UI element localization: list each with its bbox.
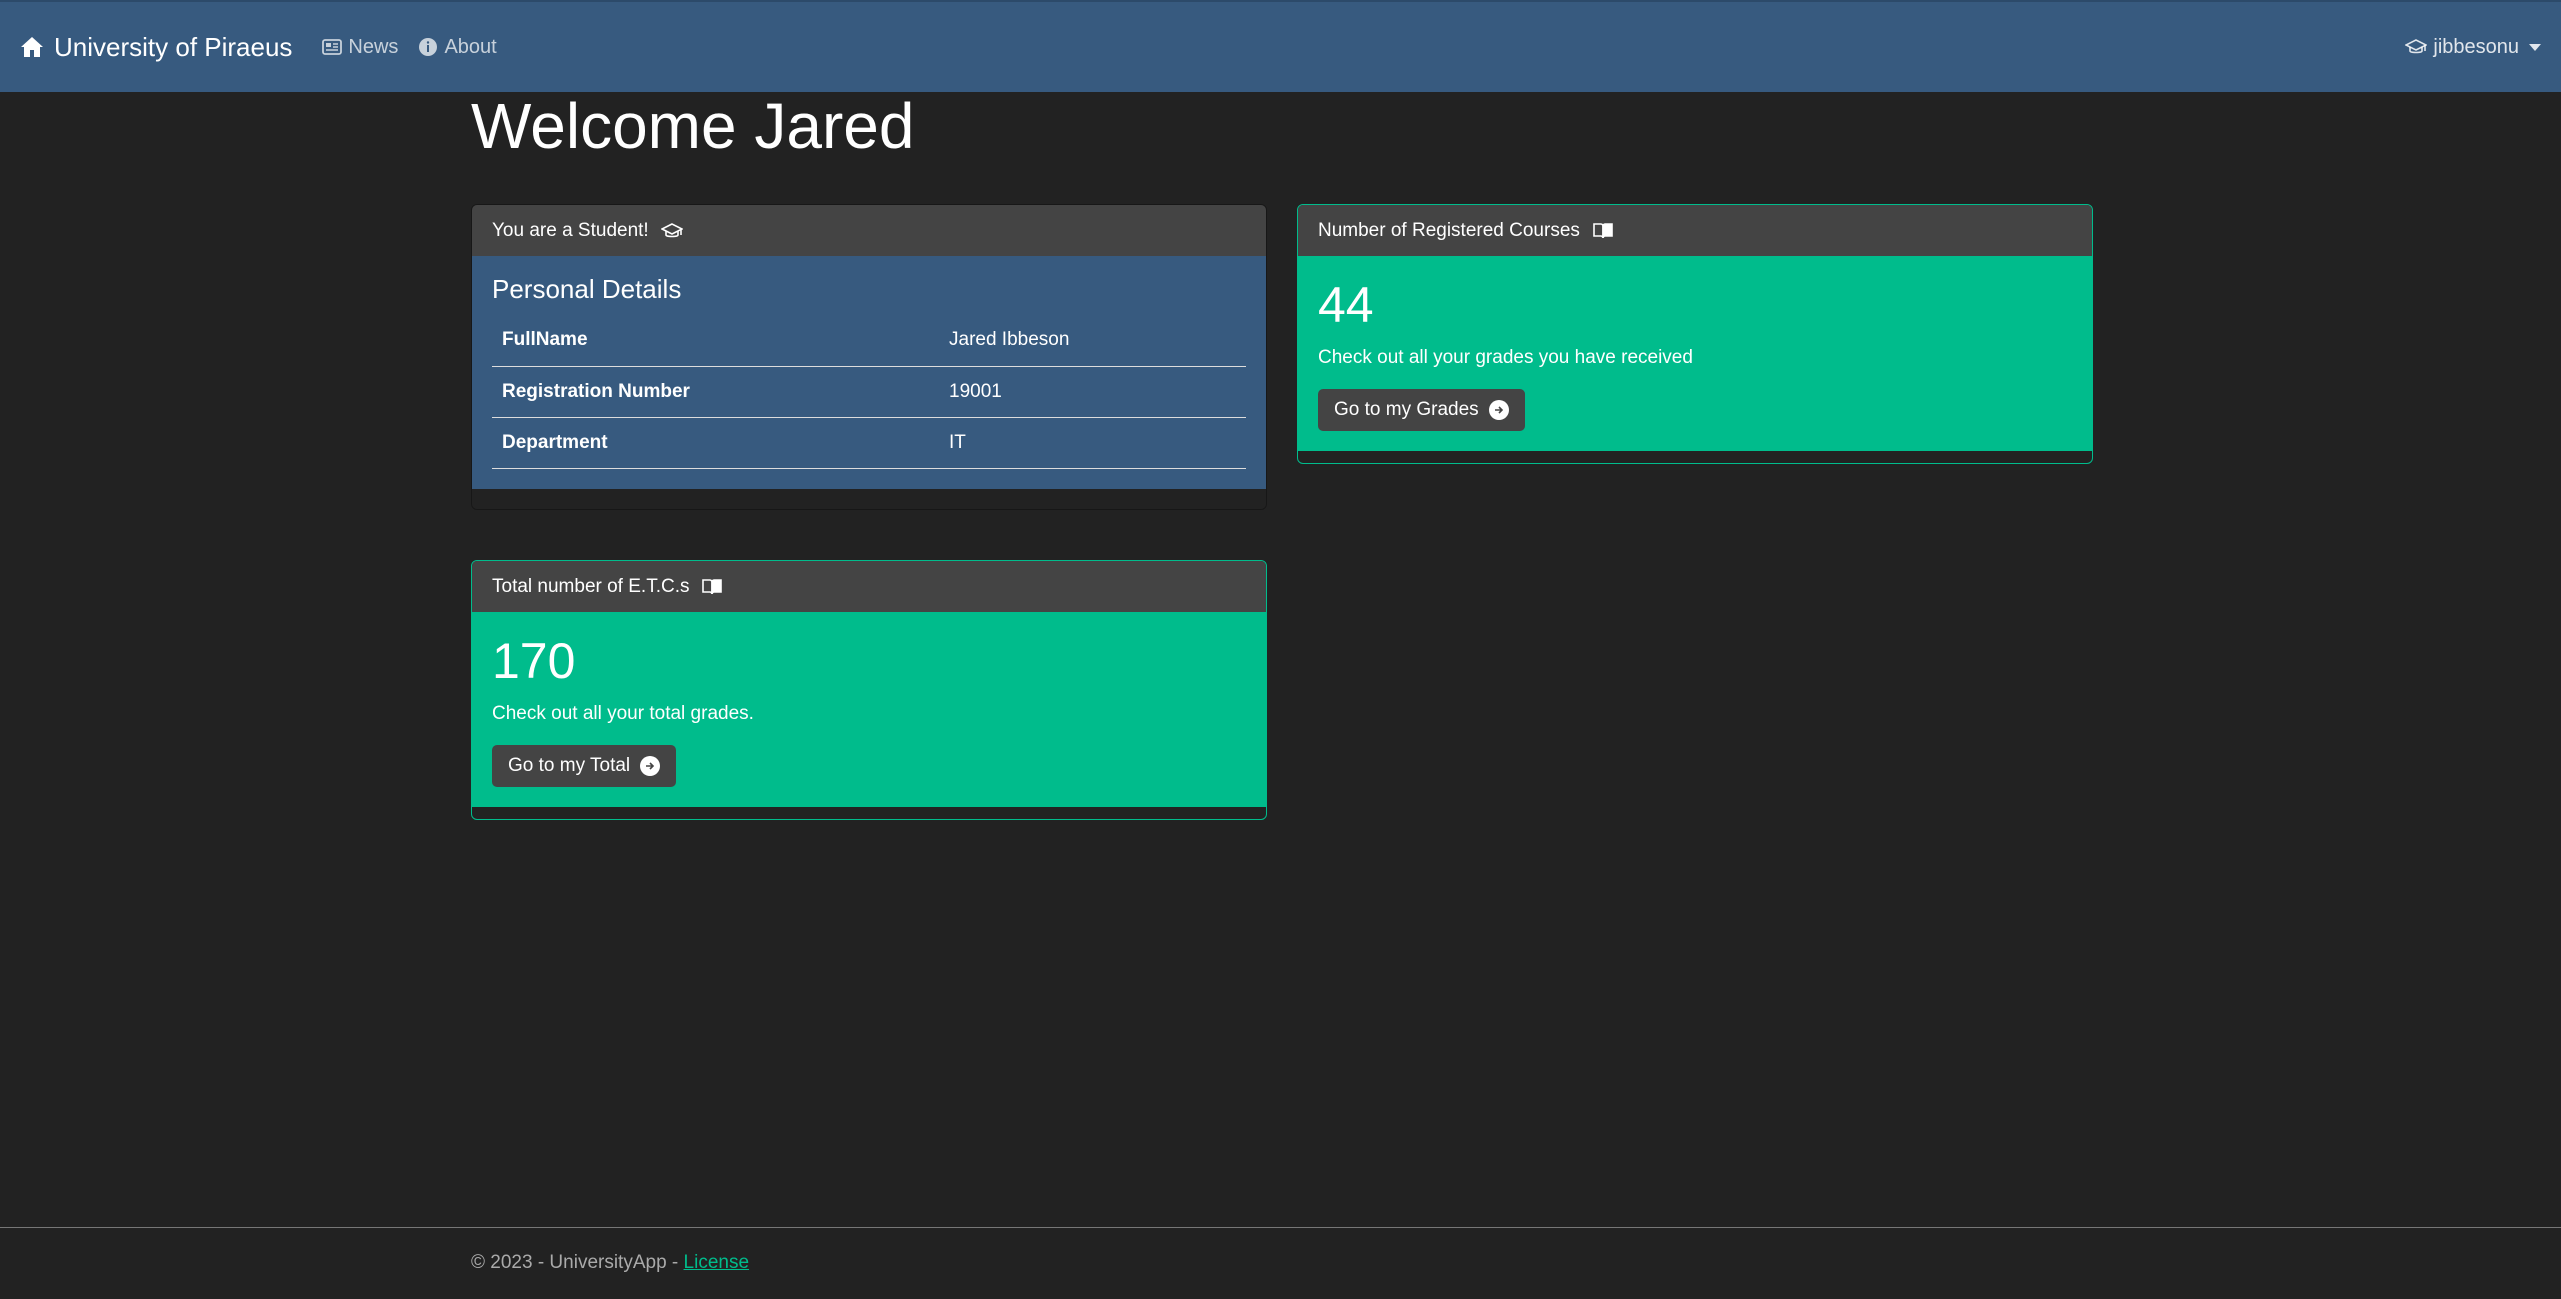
courses-card: Number of Registered Courses 44 Check ou… <box>1297 204 2093 464</box>
detail-label: Registration Number <box>492 366 939 418</box>
detail-label: Department <box>492 417 939 469</box>
nav-item-news-label: News <box>348 35 399 58</box>
home-icon <box>20 35 44 59</box>
brand-label: University of Piraeus <box>54 31 293 62</box>
etcs-card-body: 170 Check out all your total grades. Go … <box>472 612 1266 807</box>
etcs-card-header: Total number of E.T.C.s <box>472 561 1266 612</box>
graduation-cap-icon <box>660 222 683 240</box>
page-title: Welcome Jared <box>471 90 915 162</box>
go-to-total-label: Go to my Total <box>508 755 631 776</box>
nav-item-about-label: About <box>444 35 497 58</box>
personal-details-title: Personal Details <box>492 274 682 304</box>
arrow-right-circle-icon <box>640 756 661 776</box>
nav-item-about[interactable]: About <box>418 35 497 59</box>
chevron-down-icon <box>2529 43 2541 51</box>
personal-details-table: FullName Jared Ibbeson Registration Numb… <box>492 315 1246 469</box>
footer-text: © 2023 - UniversityApp - License <box>471 1252 749 1274</box>
copyright-text: © 2023 - UniversityApp - <box>471 1252 684 1273</box>
student-card-body: Personal Details FullName Jared Ibbeson … <box>472 256 1266 489</box>
table-row: Department IT <box>492 417 1246 469</box>
detail-value: 19001 <box>939 366 1246 418</box>
info-icon <box>418 37 438 57</box>
user-dropdown-toggle[interactable]: jibbesonu <box>2405 36 2541 59</box>
page-footer: © 2023 - UniversityApp - License <box>0 1227 2561 1299</box>
nav-item-news[interactable]: News <box>322 36 398 59</box>
etcs-count: 170 <box>492 633 576 689</box>
detail-label: FullName <box>492 315 939 367</box>
detail-value: IT <box>939 417 1246 469</box>
student-card: You are a Student! Personal Details Full… <box>471 204 1267 510</box>
book-icon <box>701 578 723 596</box>
go-to-total-button[interactable]: Go to my Total <box>492 745 677 787</box>
student-card-header: You are a Student! <box>472 205 1266 256</box>
arrow-right-circle-icon <box>1488 400 1509 420</box>
user-name: jibbesonu <box>2433 35 2519 58</box>
detail-value: Jared Ibbeson <box>939 315 1246 367</box>
courses-card-header: Number of Registered Courses <box>1298 205 2092 256</box>
graduation-cap-icon <box>2405 38 2428 56</box>
go-to-grades-label: Go to my Grades <box>1334 399 1479 420</box>
etcs-card: Total number of E.T.C.s 170 Check out al… <box>471 560 1267 820</box>
student-card-title: You are a Student! <box>492 219 649 241</box>
top-navbar: University of Piraeus News About jibbeso… <box>0 0 2561 92</box>
etcs-description: Check out all your total grades. <box>492 703 754 724</box>
table-row: FullName Jared Ibbeson <box>492 315 1246 367</box>
newspaper-icon <box>322 38 343 56</box>
etcs-card-title: Total number of E.T.C.s <box>492 575 690 597</box>
book-icon <box>1592 222 1614 240</box>
brand-link[interactable]: University of Piraeus <box>20 32 292 63</box>
courses-card-title: Number of Registered Courses <box>1318 219 1580 241</box>
courses-count: 44 <box>1318 277 1374 333</box>
courses-card-body: 44 Check out all your grades you have re… <box>1298 256 2092 451</box>
courses-description: Check out all your grades you have recei… <box>1318 347 1693 368</box>
go-to-grades-button[interactable]: Go to my Grades <box>1318 389 1525 431</box>
license-link[interactable]: License <box>684 1252 750 1273</box>
table-row: Registration Number 19001 <box>492 366 1246 418</box>
